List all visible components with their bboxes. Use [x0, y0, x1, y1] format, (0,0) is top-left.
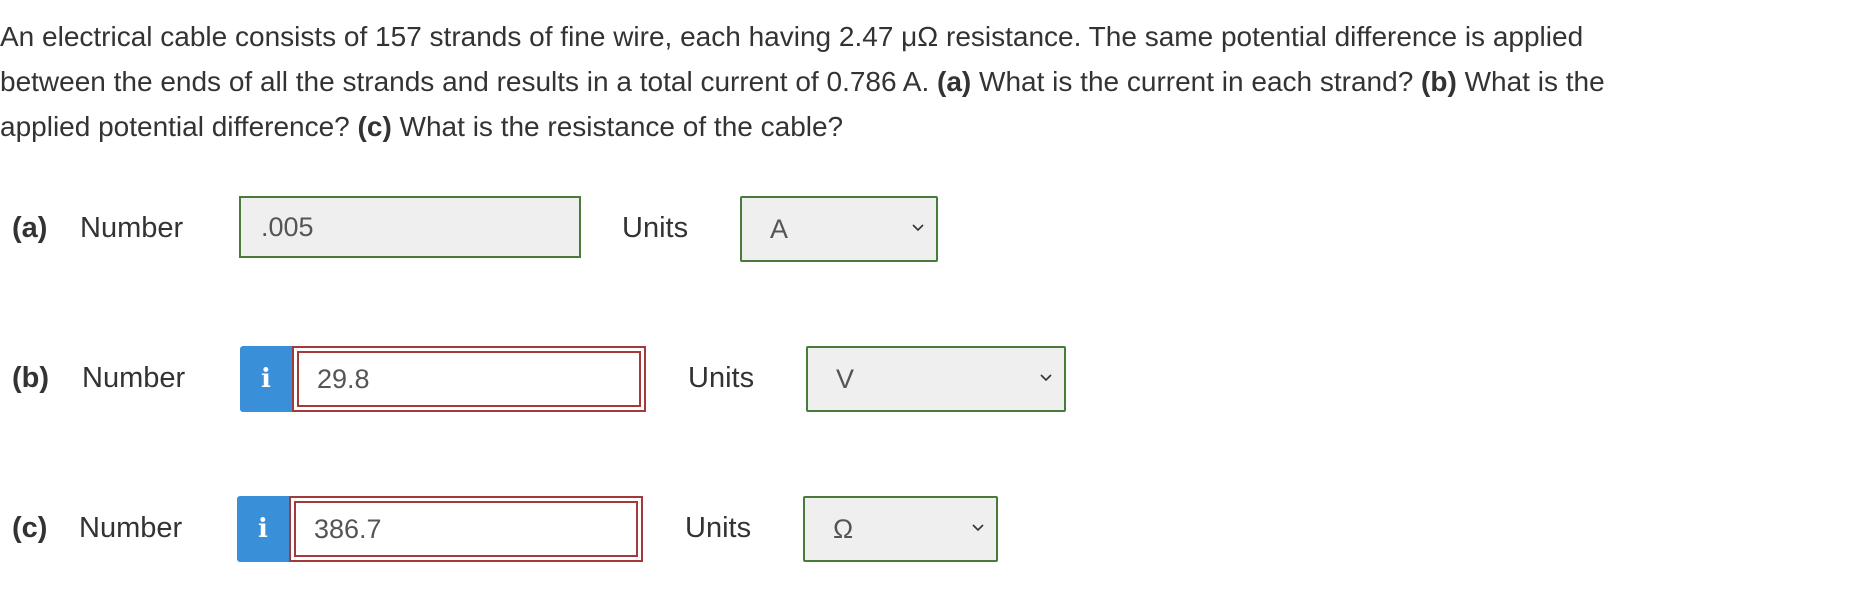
number-label: Number	[79, 512, 183, 544]
part-b-units-select[interactable]: V	[806, 346, 1066, 412]
selected-unit: A	[770, 214, 789, 244]
part-c-value: 386.7	[294, 501, 638, 557]
chevron-down-icon	[912, 224, 924, 232]
units-label: Units	[622, 212, 689, 244]
question-text: An electrical cable consists of 157 stra…	[0, 21, 1605, 142]
number-label: Number	[82, 362, 186, 394]
units-label: Units	[685, 512, 752, 544]
part-b-label: (b)	[12, 362, 50, 394]
part-a-units-select[interactable]: A	[740, 196, 938, 262]
part-c-units-select[interactable]: Ω	[803, 496, 998, 562]
info-icon[interactable]: i	[237, 496, 289, 562]
part-c-number-input[interactable]: 386.7	[289, 496, 643, 562]
part-c-label: (c)	[12, 512, 48, 544]
selected-unit: V	[836, 364, 855, 394]
part-b-value: 29.8	[297, 351, 641, 407]
part-a-label: (a)	[12, 212, 48, 244]
selected-unit: Ω	[833, 514, 854, 544]
question-line-1: An electrical cable consists of 157 stra…	[0, 21, 1584, 52]
number-label: Number	[80, 212, 184, 244]
chevron-down-icon	[1040, 374, 1052, 382]
info-icon[interactable]: i	[240, 346, 292, 412]
part-a-number-input[interactable]: .005	[239, 196, 581, 258]
part-b-number-input[interactable]: 29.8	[292, 346, 646, 412]
units-label: Units	[688, 362, 755, 394]
chevron-down-icon	[972, 524, 984, 532]
